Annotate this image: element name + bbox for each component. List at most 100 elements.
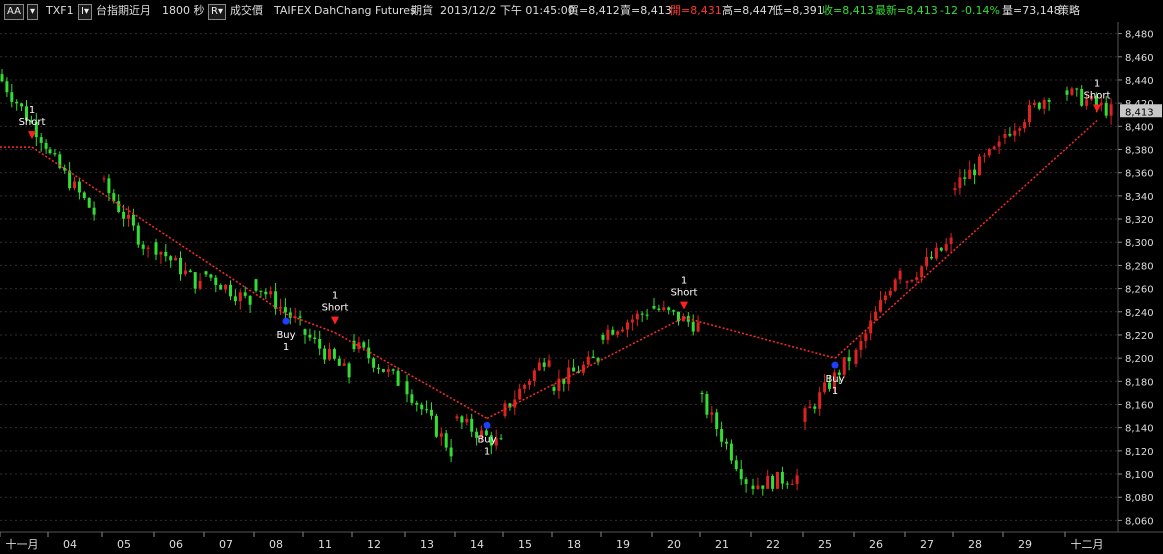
x-tick-label: 05 <box>117 538 131 551</box>
position-line-segment <box>683 316 836 359</box>
candle-body <box>700 392 704 395</box>
price-chart[interactable]: 8,060 8,080 8,100 8,120 8,140 8,160 8,180 8,200… <box>0 22 1163 554</box>
candle-body <box>188 270 192 273</box>
candle-body <box>920 266 924 278</box>
candle-body <box>626 322 629 330</box>
candle-body <box>337 358 341 366</box>
candle-body <box>117 201 121 212</box>
symbol-menu-button[interactable]: I▾ <box>78 4 92 20</box>
candle-body <box>48 149 52 154</box>
y-tick-label: 8,440 <box>1125 76 1154 87</box>
candle-body <box>705 394 709 415</box>
buy-marker-icon <box>282 317 290 325</box>
x-tick-label: 19 <box>616 538 630 551</box>
candle-body <box>308 334 312 338</box>
candle-body <box>883 295 887 301</box>
candle-body <box>586 356 590 365</box>
candle-body <box>710 412 714 415</box>
candle-body <box>939 247 943 251</box>
candle-body <box>439 433 443 437</box>
y-tick-label: 8,480 <box>1125 30 1154 41</box>
candle-body <box>528 380 531 385</box>
candle-body <box>771 475 775 489</box>
aa-button[interactable]: AA <box>4 4 24 20</box>
candle-body <box>122 211 126 219</box>
buy-marker-icon <box>483 421 491 429</box>
candle-body <box>1032 102 1036 105</box>
candle-body <box>930 256 933 259</box>
short-arrow-icon <box>680 301 688 310</box>
candle-body <box>766 475 770 489</box>
volume-label: 量=73,148 <box>1002 4 1061 17</box>
category-label: 期貨 <box>411 4 433 17</box>
candle-body <box>915 277 919 280</box>
candle-body <box>465 418 469 423</box>
candle-body <box>776 471 779 489</box>
signal-qty: 1 <box>681 276 687 287</box>
candle-body <box>357 342 361 350</box>
candle-body <box>547 360 551 367</box>
candle-body <box>1018 128 1022 131</box>
datetime-label: 2013/12/2 下午 01:45:00 <box>440 4 575 17</box>
candle-body <box>444 433 448 448</box>
candle-body <box>973 169 977 176</box>
candle-body <box>332 349 336 359</box>
y-tick-label: 8,100 <box>1125 470 1154 481</box>
candle-body <box>606 329 610 340</box>
x-tick-label: 04 <box>63 538 77 551</box>
broker-label: DahChang Futures <box>314 4 416 17</box>
x-tick-label: 14 <box>470 538 484 551</box>
x-tick-label: 06 <box>169 538 183 551</box>
x-tick-label: 十一月 <box>6 537 39 551</box>
change-pct-label: -0.14% <box>961 4 1000 17</box>
candle-body <box>729 443 733 461</box>
candle-body <box>303 329 307 335</box>
candle-body <box>557 378 561 391</box>
candle-body <box>328 349 331 360</box>
candle-body <box>630 319 634 323</box>
candle-body <box>107 178 111 194</box>
candle-body <box>1023 122 1027 129</box>
candle-body <box>1042 99 1046 109</box>
candle-body <box>68 170 72 189</box>
x-tick-label: 11 <box>318 538 332 551</box>
candle-body <box>342 363 346 366</box>
candle-body <box>888 290 892 296</box>
r-menu-button[interactable]: R▾ <box>208 4 226 20</box>
candle-body <box>318 339 322 349</box>
candle-body <box>893 279 897 291</box>
signal-qty: 1 <box>332 291 338 302</box>
signal-qty: 1 <box>832 386 838 397</box>
candle-body <box>601 334 605 340</box>
candle-body <box>460 416 464 423</box>
interval-label: 1800 秒 <box>162 4 205 17</box>
candle-body <box>953 188 957 191</box>
candle-body <box>198 280 202 289</box>
y-tick-label: 8,120 <box>1125 447 1154 458</box>
aa-dropdown-button[interactable]: ▾ <box>27 4 39 20</box>
candle-body <box>1047 99 1051 102</box>
candle-body <box>214 277 218 285</box>
candle-body <box>662 307 666 310</box>
signal-qty: 1 <box>29 105 35 116</box>
x-tick-label: 08 <box>269 538 283 551</box>
candle-body <box>1008 133 1012 136</box>
x-tick-label: 28 <box>968 538 982 551</box>
y-tick-label: 8,140 <box>1125 424 1154 435</box>
candle-body <box>229 284 232 297</box>
high-label: 高=8,447 <box>722 4 774 17</box>
signal-label: Short <box>1084 91 1111 102</box>
candle-body <box>449 447 453 457</box>
candle-body <box>259 290 263 292</box>
candle-body <box>92 207 96 215</box>
candle-body <box>298 316 302 318</box>
last-price-tag-label: 8,413 <box>1125 107 1154 118</box>
x-tick-label: 十二月 <box>1071 537 1104 551</box>
candle-body <box>1070 88 1074 95</box>
candle-body <box>44 142 48 149</box>
candle-body <box>657 308 661 310</box>
candle-body <box>425 409 429 411</box>
candle-body <box>652 305 656 309</box>
candle-body <box>552 387 556 391</box>
open-label: 開=8,431 <box>670 4 722 17</box>
